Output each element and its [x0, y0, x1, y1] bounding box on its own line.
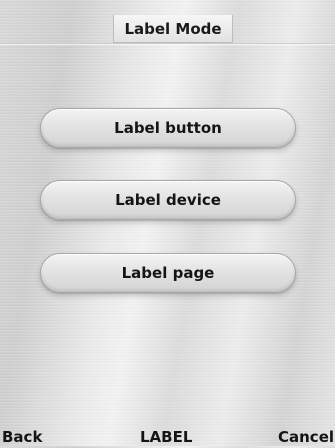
cancel-softkey[interactable]: Cancel [278, 426, 334, 446]
back-softkey[interactable]: Back [2, 426, 42, 446]
title-divider [0, 43, 335, 44]
label-page-button[interactable]: Label page [40, 253, 296, 293]
softkey-bar: Back LABEL Cancel [0, 426, 335, 446]
page-title: Label Mode [113, 15, 233, 43]
title-bar: Label Mode [0, 0, 335, 44]
label-button-button[interactable]: Label button [40, 108, 296, 148]
label-softkey[interactable]: LABEL [140, 426, 192, 446]
screen: Label Mode Label button Label device Lab… [0, 0, 335, 446]
label-device-button[interactable]: Label device [40, 180, 296, 220]
